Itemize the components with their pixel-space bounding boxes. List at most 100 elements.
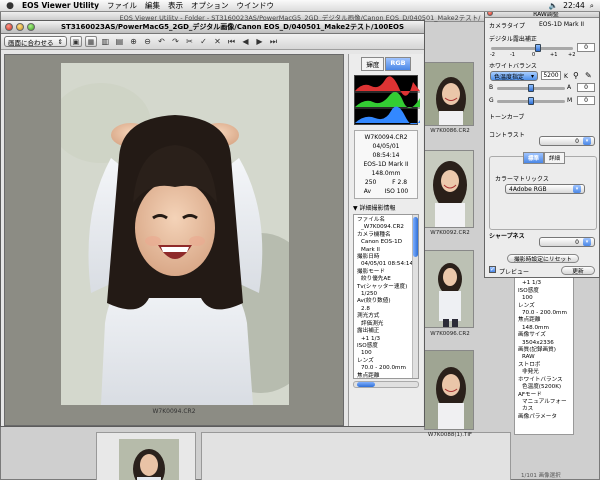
- menu-view[interactable]: 表示: [168, 0, 183, 11]
- detail-scrollbar[interactable]: [412, 215, 418, 378]
- right-list-item: AFモード: [518, 391, 542, 398]
- wb-ba-slider[interactable]: [497, 84, 565, 92]
- color-picker-icon[interactable]: ✎: [585, 71, 592, 80]
- check-icon[interactable]: ✓: [198, 37, 209, 46]
- color-matrix-value: 4Adobe RGB: [509, 185, 547, 193]
- info-time: 08:54:14: [372, 152, 400, 159]
- thumbnail-2[interactable]: [424, 150, 474, 228]
- detail-value: 絞り優先AE: [361, 276, 391, 283]
- info-panel: 輝度 RGB W7K0094.CR2 04/05/01 08:54:14 EOS…: [348, 54, 423, 426]
- tab-luminance[interactable]: 輝度: [361, 57, 385, 71]
- right-list-item: 画像パラメータ: [518, 413, 557, 420]
- viewer-titlebar[interactable]: ST3160023AS/PowerMacG5_2GD_デジタル画像/Canon …: [1, 21, 424, 34]
- update-button[interactable]: 更新: [561, 266, 595, 275]
- detail-list: ファイル名 _W7K0094.CR2 カメラ機種名 Canon EOS-1D Mark…: [353, 214, 419, 379]
- right-list-item: 焦点距離: [518, 317, 541, 324]
- detail-key: レンズ: [357, 357, 374, 364]
- zoom-button[interactable]: [27, 23, 35, 31]
- white-balance-select[interactable]: 色温度指定 ▾: [490, 71, 538, 81]
- minimize-button[interactable]: [16, 23, 24, 31]
- right-list-item: 画質(記録画質): [518, 347, 556, 354]
- tone-curve-label[interactable]: トーンカーブ: [489, 112, 524, 121]
- viewer-window-title: ST3160023AS/PowerMacG5_2GD_デジタル画像/Canon …: [61, 23, 404, 31]
- exposure-value[interactable]: 0: [577, 43, 595, 52]
- photo-caption: W7K0094.CR2: [152, 408, 196, 415]
- thumbnail-caption-2: W7K0092.CR2: [430, 230, 470, 236]
- camera-type-label: カメラタイプ: [489, 23, 526, 30]
- prev-image-icon[interactable]: ◀: [240, 37, 251, 46]
- detail-header[interactable]: ▼ 詳細撮影情報: [353, 203, 419, 212]
- info-icon[interactable]: ▤: [114, 37, 125, 46]
- raw-adjust-panel: RAW調整 カメラタイプ EOS-1D Mark II デジタル露出補正 0 -…: [484, 8, 600, 278]
- right-list-item: ホワイトバランス: [518, 376, 563, 383]
- preview-checkbox[interactable]: ✓: [489, 266, 496, 273]
- last-image-icon[interactable]: ⏭: [268, 37, 279, 47]
- info-date: 04/05/01: [372, 143, 400, 150]
- right-list-item: レンズ: [518, 302, 535, 309]
- wb-gm-value[interactable]: 0: [577, 96, 595, 105]
- clock[interactable]: 22:44: [563, 1, 585, 10]
- right-list-item: 色温度(5200K): [522, 384, 562, 391]
- wb-gm-knob[interactable]: [528, 97, 534, 105]
- next-image-icon[interactable]: ▶: [254, 37, 265, 46]
- detail-key: 測光方式: [357, 313, 380, 320]
- thumbnail-caption-3: W7K0096.CR2: [430, 331, 470, 337]
- rotate-right-icon[interactable]: ↷: [170, 37, 181, 46]
- zoom-popup-label: 画面に合わせる: [8, 38, 54, 47]
- menu-app-name[interactable]: EOS Viewer Utility: [22, 1, 99, 10]
- detail-hscrollbar[interactable]: [353, 381, 419, 388]
- exposure-scale-2: 0: [532, 52, 536, 58]
- wb-ba-value[interactable]: 0: [577, 83, 595, 92]
- spotlight-icon[interactable]: ⌕: [590, 1, 594, 11]
- view-single-icon[interactable]: ▣: [69, 36, 82, 47]
- reset-to-shot-settings-button[interactable]: 撮影時設定にリセット: [507, 254, 579, 263]
- detail-scroll-thumb[interactable]: [413, 217, 418, 257]
- view-grid-icon[interactable]: ▦: [84, 36, 97, 47]
- right-list-item: 非発光: [522, 369, 539, 376]
- chevron-down-icon: ▾: [573, 185, 581, 193]
- chevron-down-icon: ▾: [583, 238, 591, 246]
- speaker-icon[interactable]: 🔈: [549, 1, 558, 10]
- first-image-icon[interactable]: ⏮: [226, 37, 237, 47]
- sharpness-select[interactable]: 0 ▾: [539, 237, 595, 247]
- thumbnail-4[interactable]: [424, 350, 474, 430]
- color-matrix-select[interactable]: 4Adobe RGB ▾: [505, 184, 585, 194]
- thumbnail-3[interactable]: [424, 250, 474, 328]
- histogram-tabs: 輝度 RGB: [349, 57, 423, 71]
- close-button[interactable]: [5, 23, 13, 31]
- eyedropper-icon[interactable]: ⚲: [573, 71, 579, 80]
- apple-icon[interactable]: ●: [4, 1, 16, 11]
- white-balance-value: 色温度指定: [494, 73, 525, 81]
- bottom-thumbnail: [119, 439, 179, 480]
- contrast-select[interactable]: 0 ▾: [539, 136, 595, 146]
- exposure-scale-3: +1: [550, 52, 558, 58]
- tab-detail[interactable]: 詳細: [544, 152, 566, 164]
- detail-hscroll-thumb[interactable]: [357, 382, 375, 387]
- bottom-thumbnail-frame[interactable]: [96, 432, 196, 480]
- tab-standard[interactable]: 標準: [523, 152, 545, 164]
- menu-options[interactable]: オプション: [191, 0, 229, 11]
- preview-label: プレビュー: [499, 269, 530, 276]
- chevron-down-icon: ▾: [530, 72, 534, 80]
- zoom-in-icon[interactable]: ⊕: [128, 37, 139, 46]
- compare-icon[interactable]: ▥: [100, 37, 111, 46]
- crop-icon[interactable]: ✂: [184, 37, 195, 46]
- image-viewer[interactable]: W7K0094.CR2: [4, 54, 344, 426]
- exposure-slider[interactable]: [491, 44, 573, 52]
- wb-ba-knob[interactable]: [528, 84, 534, 92]
- rotate-left-icon[interactable]: ↶: [156, 37, 167, 46]
- kelvin-unit: K: [564, 73, 568, 80]
- thumbnail-1[interactable]: [424, 62, 474, 126]
- kelvin-input[interactable]: 5200: [541, 71, 561, 80]
- menu-file[interactable]: ファイル: [107, 0, 137, 11]
- exposure-knob[interactable]: [535, 44, 541, 52]
- zoom-popup[interactable]: 画面に合わせる ⇕: [4, 36, 67, 47]
- delete-icon[interactable]: ✕: [212, 37, 223, 46]
- tab-rgb[interactable]: RGB: [385, 57, 411, 71]
- thumbnail-column: W7K0086.CR2 W7K0092.CR2 W7K0096.CR2 W7K0…: [420, 28, 485, 438]
- zoom-out-icon[interactable]: ⊖: [142, 37, 153, 46]
- wb-gm-slider[interactable]: [497, 97, 565, 105]
- detail-key: 露出補正: [357, 328, 380, 335]
- menu-window[interactable]: ウインドウ: [237, 0, 275, 11]
- menu-edit[interactable]: 編集: [145, 0, 160, 11]
